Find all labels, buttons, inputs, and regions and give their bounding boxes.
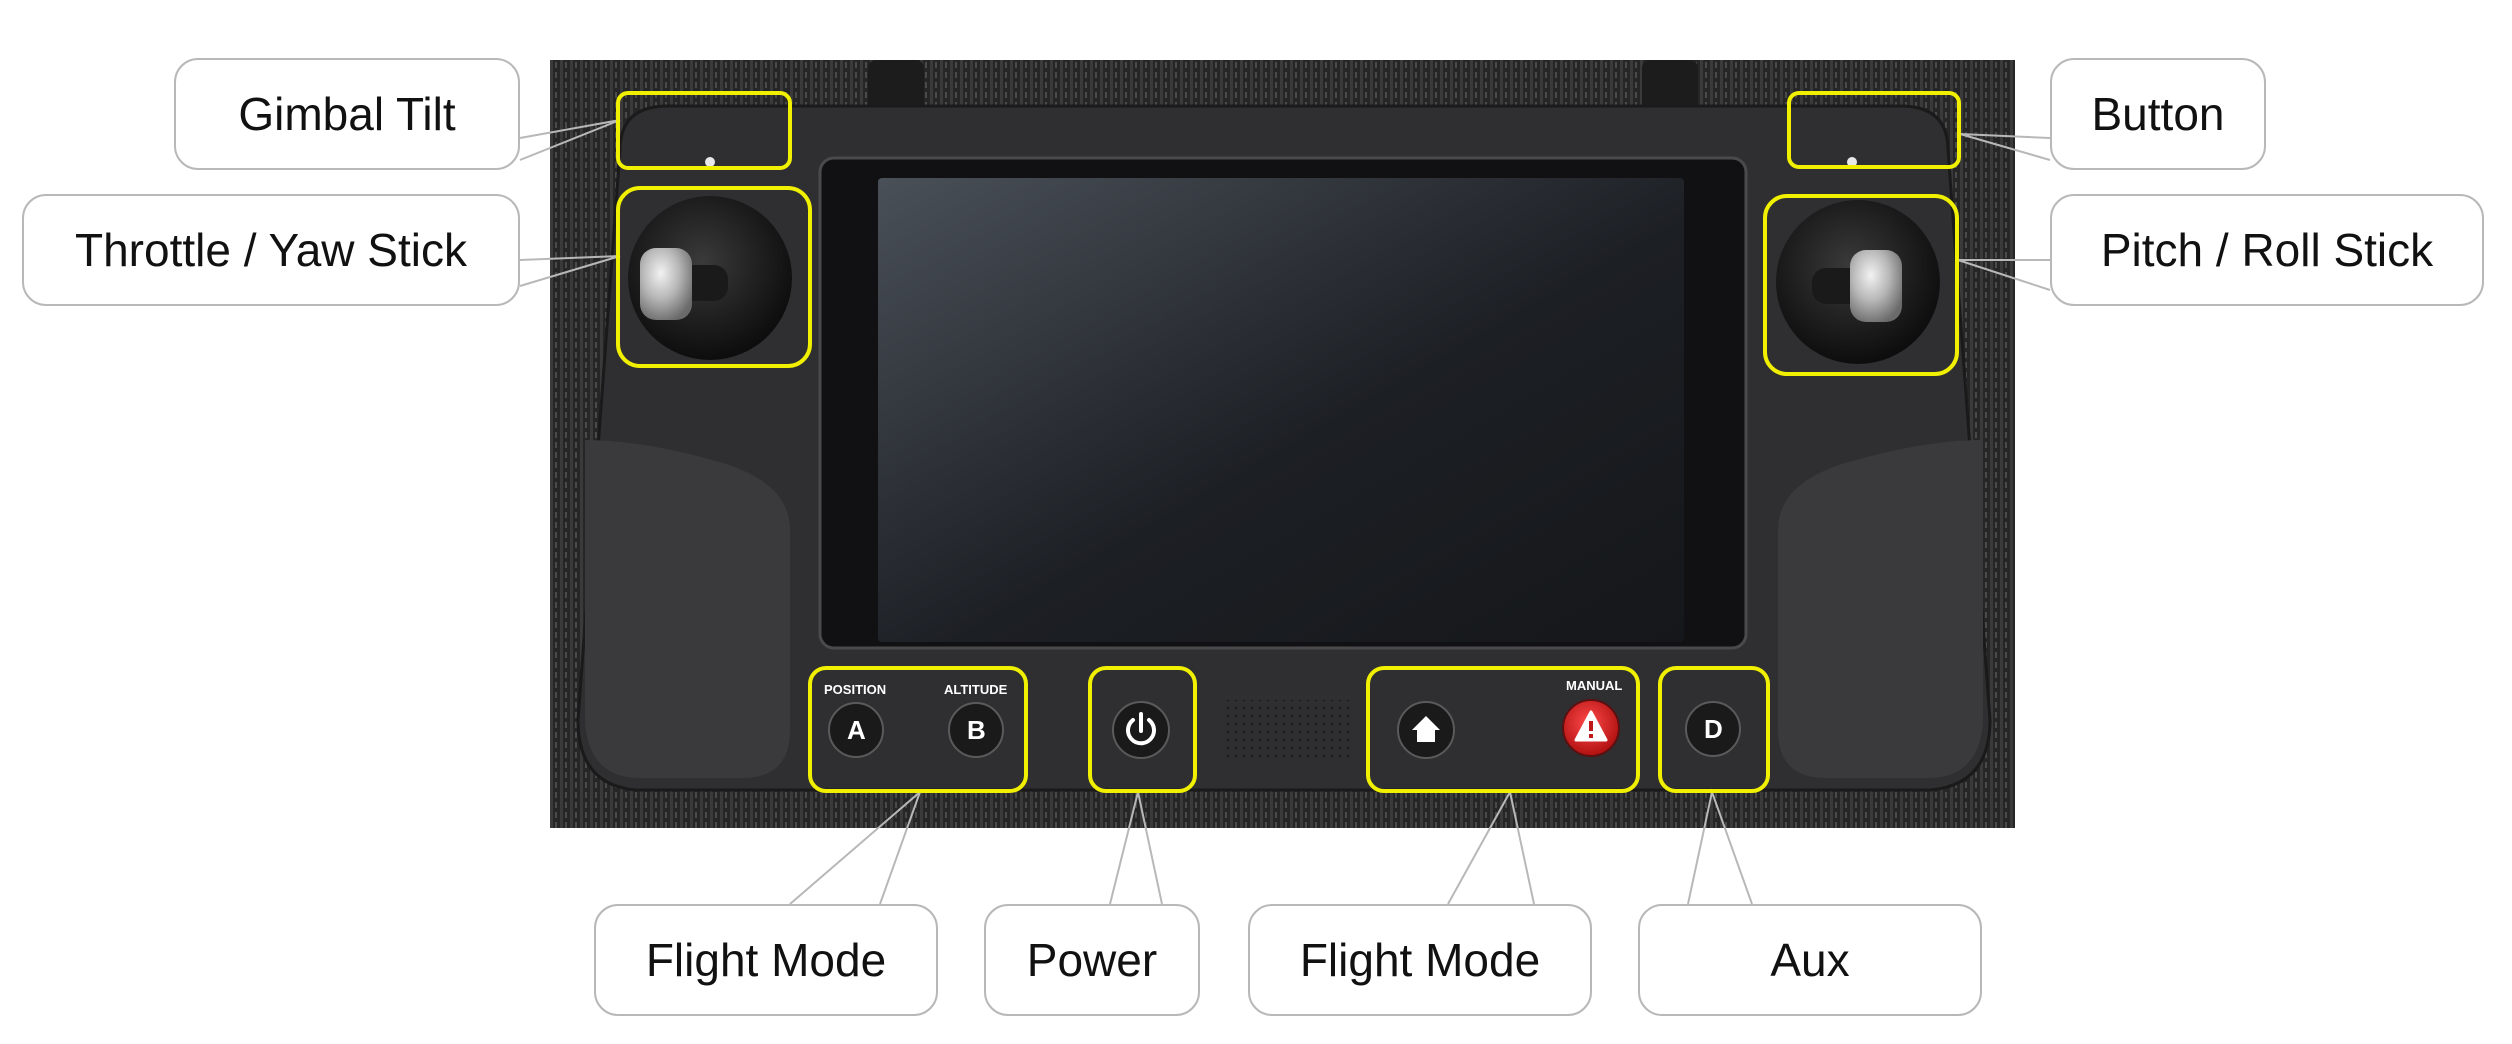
- button-a-letter: A: [847, 715, 866, 745]
- button-d-letter: D: [1704, 714, 1723, 744]
- gimbal-wheel-indicator: [705, 157, 715, 167]
- display-screen: [878, 178, 1684, 642]
- diagram-stage: POSITION ALTITUDE A B MANUAL D Gimbal Ti…: [0, 0, 2512, 1044]
- right-stick-knob: [1850, 250, 1902, 322]
- button-b-letter: B: [967, 715, 986, 745]
- right-grip: [1778, 440, 1983, 778]
- callout-aux: Aux: [1638, 904, 1982, 1016]
- callout-throttle-yaw: Throttle / Yaw Stick: [22, 194, 520, 306]
- manual-label: MANUAL: [1566, 678, 1622, 693]
- speaker-grille: [1222, 700, 1352, 760]
- position-label: POSITION: [824, 682, 886, 697]
- left-stick-knob: [640, 248, 692, 320]
- callout-power: Power: [984, 904, 1200, 1016]
- callout-flight-mode-right: Flight Mode: [1248, 904, 1592, 1016]
- left-grip: [585, 440, 790, 778]
- callout-pitch-roll: Pitch / Roll Stick: [2050, 194, 2484, 306]
- callout-gimbal-tilt: Gimbal Tilt: [174, 58, 520, 170]
- callout-button: Button: [2050, 58, 2266, 170]
- callout-flight-mode-left: Flight Mode: [594, 904, 938, 1016]
- altitude-label: ALTITUDE: [944, 682, 1008, 697]
